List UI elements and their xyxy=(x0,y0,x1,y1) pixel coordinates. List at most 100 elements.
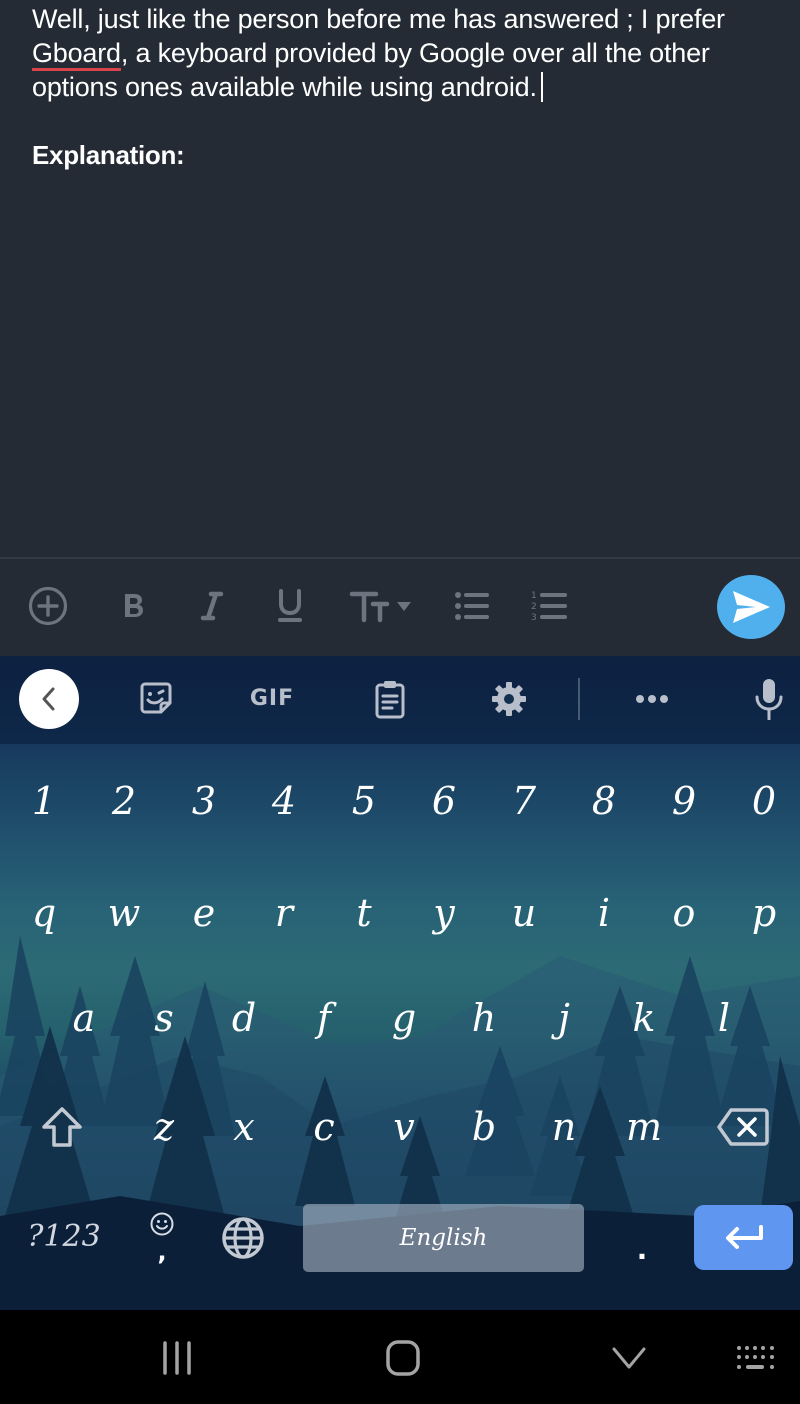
svg-text:2: 2 xyxy=(531,602,537,612)
gif-button[interactable]: GIF xyxy=(244,678,300,718)
key-g[interactable]: g xyxy=(364,981,444,1055)
key-1[interactable]: 1 xyxy=(4,764,84,838)
keyboard-switch-button[interactable] xyxy=(730,1338,782,1378)
recents-button[interactable] xyxy=(150,1334,204,1382)
key-0[interactable]: 0 xyxy=(724,764,800,838)
key-s[interactable]: s xyxy=(124,981,204,1055)
key-n[interactable]: n xyxy=(524,1092,604,1162)
bold-icon xyxy=(125,594,143,617)
key-k[interactable]: k xyxy=(604,981,684,1055)
key-h[interactable]: h xyxy=(444,981,524,1055)
key-p[interactable]: p xyxy=(724,876,800,950)
chevron-left-icon xyxy=(42,687,55,711)
key-q[interactable]: q xyxy=(4,876,84,950)
key-6[interactable]: 6 xyxy=(404,764,484,838)
bold-button[interactable] xyxy=(112,582,156,630)
microphone-icon xyxy=(755,679,783,720)
key-z[interactable]: z xyxy=(124,1092,204,1162)
hide-keyboard-button[interactable] xyxy=(604,1336,654,1380)
italic-icon xyxy=(200,591,224,621)
key-l[interactable]: l xyxy=(684,981,764,1055)
caret-down-icon xyxy=(397,602,411,611)
text-caret xyxy=(540,72,543,102)
settings-button[interactable] xyxy=(488,678,530,720)
shift-key[interactable] xyxy=(22,1092,102,1162)
toolbar-separator xyxy=(578,678,580,720)
symbols-key[interactable]: ?123 xyxy=(20,1204,108,1268)
gear-icon xyxy=(492,682,526,716)
misspelled-word[interactable]: Gboard xyxy=(32,38,121,71)
key-a[interactable]: a xyxy=(44,981,124,1055)
explanation-heading: Explanation: xyxy=(32,140,185,170)
enter-key[interactable] xyxy=(694,1205,793,1270)
space-bar[interactable]: English xyxy=(303,1204,584,1272)
plus-circle-icon xyxy=(28,586,68,626)
key-x[interactable]: x xyxy=(204,1092,284,1162)
keyboard-toolbar: GIF xyxy=(0,656,800,744)
comma-label: , xyxy=(157,1238,167,1266)
underline-icon xyxy=(278,589,302,622)
key-5[interactable]: 5 xyxy=(324,764,404,838)
key-c[interactable]: c xyxy=(284,1092,364,1162)
keyboard-back-button[interactable] xyxy=(19,669,79,729)
key-2[interactable]: 2 xyxy=(84,764,164,838)
shift-icon xyxy=(42,1107,82,1147)
period-key[interactable]: . xyxy=(604,1222,680,1276)
bullet-list-button[interactable] xyxy=(452,582,492,630)
key-o[interactable]: o xyxy=(644,876,724,950)
language-key[interactable] xyxy=(212,1206,274,1270)
key-v[interactable]: v xyxy=(364,1092,444,1162)
sticker-icon xyxy=(140,682,172,714)
more-options-button[interactable] xyxy=(630,682,674,716)
sticker-button[interactable] xyxy=(136,678,176,718)
answer-text-after: , a keyboard provided by Google over all… xyxy=(32,38,710,102)
key-j[interactable]: j xyxy=(524,981,604,1055)
text-size-icon xyxy=(349,591,411,623)
key-9[interactable]: 9 xyxy=(644,764,724,838)
clipboard-icon xyxy=(375,681,405,719)
comma-key[interactable]: , xyxy=(124,1196,200,1280)
recents-icon xyxy=(163,1341,191,1375)
send-button[interactable] xyxy=(717,575,785,639)
more-dots-icon xyxy=(636,695,668,703)
gboard-keyboard: GIF 1234567890 qwertyuiop asdfghjkl zxcv… xyxy=(0,656,800,1310)
key-y[interactable]: y xyxy=(404,876,484,950)
numbered-list-button[interactable]: 123 xyxy=(528,582,570,630)
key-b[interactable]: b xyxy=(444,1092,524,1162)
hide-keyboard-icon xyxy=(612,1347,646,1369)
key-i[interactable]: i xyxy=(564,876,644,950)
key-7[interactable]: 7 xyxy=(484,764,564,838)
keyboard-switch-icon xyxy=(737,1346,774,1369)
answer-text-before: Well, just like the person before me has… xyxy=(32,4,725,34)
key-e[interactable]: e xyxy=(164,876,244,950)
add-attachment-button[interactable] xyxy=(24,582,72,630)
text-size-button[interactable] xyxy=(348,582,414,630)
answer-editor[interactable]: Well, just like the person before me has… xyxy=(0,0,800,557)
key-3[interactable]: 3 xyxy=(164,764,244,838)
key-m[interactable]: m xyxy=(604,1092,684,1162)
key-f[interactable]: f xyxy=(284,981,364,1055)
emoji-icon xyxy=(150,1212,174,1236)
key-u[interactable]: u xyxy=(484,876,564,950)
backspace-icon xyxy=(717,1108,769,1146)
format-toolbar: 123 xyxy=(0,559,800,656)
key-4[interactable]: 4 xyxy=(244,764,324,838)
italic-button[interactable] xyxy=(190,582,234,630)
backspace-key[interactable] xyxy=(703,1092,783,1162)
home-icon xyxy=(386,1340,420,1376)
key-t[interactable]: t xyxy=(324,876,404,950)
clipboard-button[interactable] xyxy=(370,676,410,722)
key-r[interactable]: r xyxy=(244,876,324,950)
key-8[interactable]: 8 xyxy=(564,764,644,838)
voice-input-button[interactable] xyxy=(750,676,788,722)
send-icon xyxy=(733,591,770,623)
underline-button[interactable] xyxy=(268,582,312,630)
numbered-list-icon: 123 xyxy=(531,591,567,623)
bullet-list-icon xyxy=(455,592,489,620)
home-button[interactable] xyxy=(376,1332,430,1384)
key-w[interactable]: w xyxy=(84,876,164,950)
answer-text[interactable]: Well, just like the person before me has… xyxy=(32,2,768,104)
enter-icon xyxy=(725,1224,763,1249)
key-d[interactable]: d xyxy=(204,981,284,1055)
globe-icon xyxy=(222,1217,264,1259)
